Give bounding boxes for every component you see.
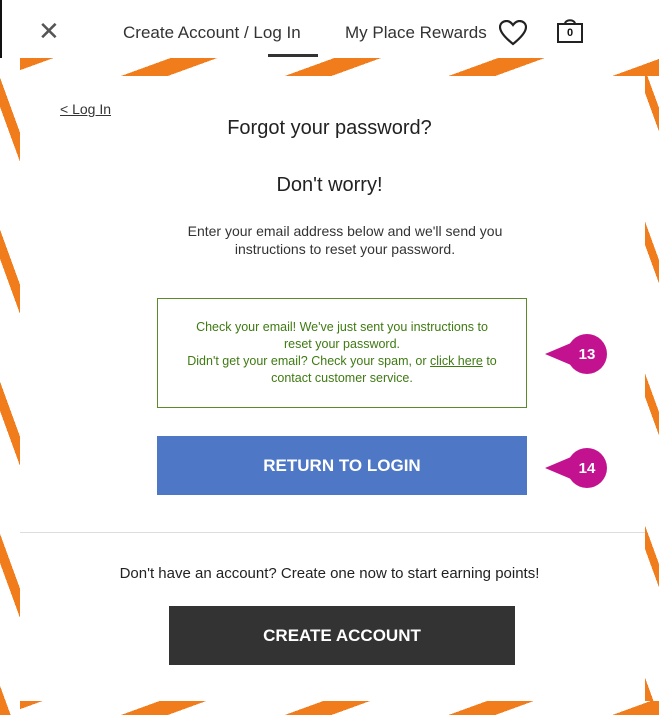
instructions-text: Enter your email address below and we'll… xyxy=(187,223,503,257)
contact-service-link[interactable]: click here xyxy=(430,354,483,368)
heart-icon[interactable] xyxy=(499,20,527,46)
stripe-right xyxy=(645,76,659,701)
divider xyxy=(20,532,645,533)
return-to-login-button[interactable]: RETURN TO LOGIN xyxy=(157,436,527,495)
stripe-bottom xyxy=(20,701,659,715)
active-tab-underline xyxy=(268,54,318,57)
close-icon[interactable]: ✕ xyxy=(38,18,60,44)
shopping-bag-icon[interactable]: 0 xyxy=(554,16,586,44)
callout-number: 14 xyxy=(567,448,607,488)
stripe-top xyxy=(20,58,659,76)
notice-line2-prefix: Didn't get your email? Check your spam, … xyxy=(187,354,427,368)
back-to-login-link[interactable]: < Log In xyxy=(60,101,111,117)
callout-14: 14 xyxy=(545,448,615,488)
create-account-login-link[interactable]: Create Account / Log In xyxy=(123,23,301,43)
notice-line1: Check your email! We've just sent you in… xyxy=(196,320,488,351)
top-nav-bar: ✕ Create Account / Log In My Place Rewar… xyxy=(0,0,659,58)
callout-13: 13 xyxy=(545,334,615,374)
page-subtitle: Don't worry! xyxy=(276,174,383,196)
page-title: Forgot your password? xyxy=(227,117,432,139)
my-place-rewards-link[interactable]: My Place Rewards xyxy=(345,23,487,43)
stripe-left xyxy=(0,58,20,715)
callout-number: 13 xyxy=(567,334,607,374)
bag-count: 0 xyxy=(566,27,574,39)
create-account-button[interactable]: CREATE ACCOUNT xyxy=(169,606,515,665)
no-account-text: Don't have an account? Create one now to… xyxy=(119,565,540,582)
email-sent-notice: Check your email! We've just sent you in… xyxy=(157,298,527,408)
